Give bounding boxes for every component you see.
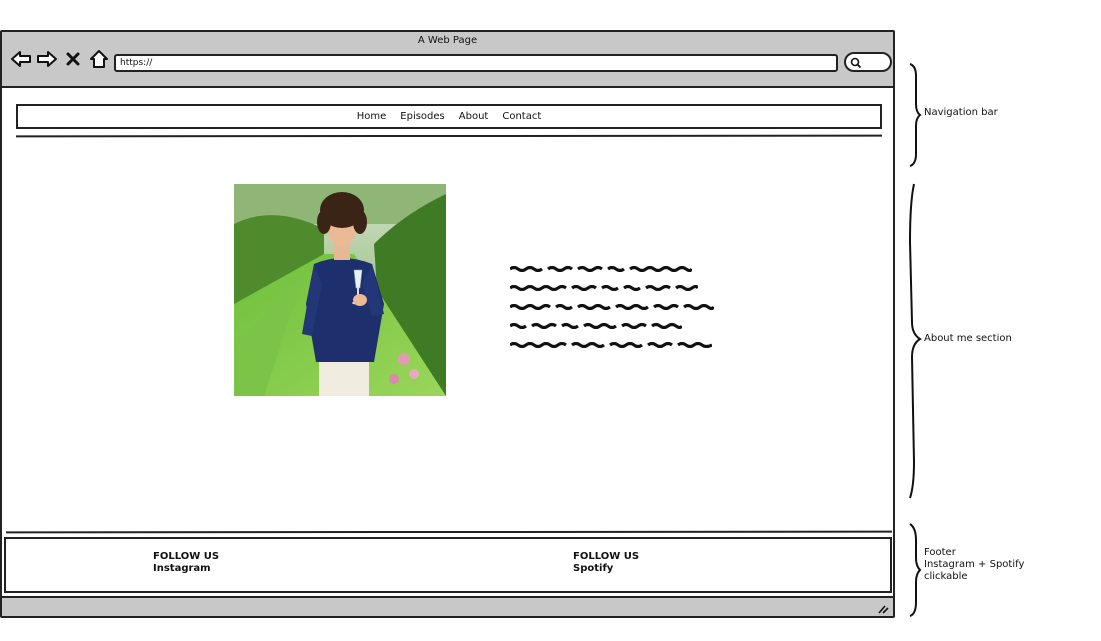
footer: FOLLOW US Instagram FOLLOW US Spotify	[4, 537, 892, 593]
footer-annotation-line: clickable	[924, 571, 968, 582]
about-annotation: About me section	[924, 333, 1012, 344]
nav-item-about[interactable]: About	[459, 111, 489, 122]
about-text-line	[509, 284, 700, 291]
about-text-placeholder	[509, 262, 720, 357]
footer-annotation: Footer Instagram + Spotify clickable	[924, 547, 1024, 583]
nav-item-episodes[interactable]: Episodes	[400, 111, 444, 122]
browser-window: A Web Page https:// Home Episodes About …	[0, 30, 895, 618]
close-x-icon[interactable]	[62, 48, 84, 70]
nav-item-contact[interactable]: Contact	[502, 111, 541, 122]
nav-annotation-brace	[909, 63, 922, 167]
about-text-line	[509, 322, 684, 329]
about-text-line	[509, 341, 713, 348]
nav-item-home[interactable]: Home	[357, 111, 387, 122]
search-icon	[850, 57, 862, 69]
browser-toolbar: A Web Page https://	[2, 32, 893, 88]
footer-annotation-brace	[909, 523, 922, 617]
footer-annotation-line: Footer	[924, 547, 956, 558]
window-title: A Web Page	[417, 35, 478, 46]
footer-divider	[5, 530, 893, 534]
nav-annotation: Navigation bar	[924, 107, 998, 118]
footer-heading: FOLLOW US	[573, 551, 640, 562]
about-text-line	[509, 265, 694, 272]
about-text-line	[509, 303, 716, 310]
forward-arrow-icon[interactable]	[36, 48, 58, 70]
footer-spotify-block: FOLLOW US Spotify	[573, 551, 639, 575]
url-input[interactable]: https://	[114, 54, 838, 72]
about-annotation-brace	[908, 183, 922, 499]
nav-divider	[15, 134, 883, 138]
browser-statusbar	[2, 596, 893, 616]
resize-grip-icon[interactable]	[877, 604, 889, 614]
footer-heading: FOLLOW US	[153, 551, 220, 562]
nav-buttons	[10, 48, 110, 70]
search-button[interactable]	[844, 52, 892, 72]
back-arrow-icon[interactable]	[10, 48, 32, 70]
footer-annotation-line: Instagram + Spotify	[924, 559, 1025, 570]
navigation-bar: Home Episodes About Contact	[16, 104, 882, 129]
footer-instagram-block: FOLLOW US Instagram	[153, 551, 219, 575]
spotify-link[interactable]: Spotify	[573, 563, 639, 575]
home-icon[interactable]	[88, 48, 110, 70]
instagram-link[interactable]: Instagram	[153, 563, 219, 575]
profile-photo	[234, 184, 446, 396]
